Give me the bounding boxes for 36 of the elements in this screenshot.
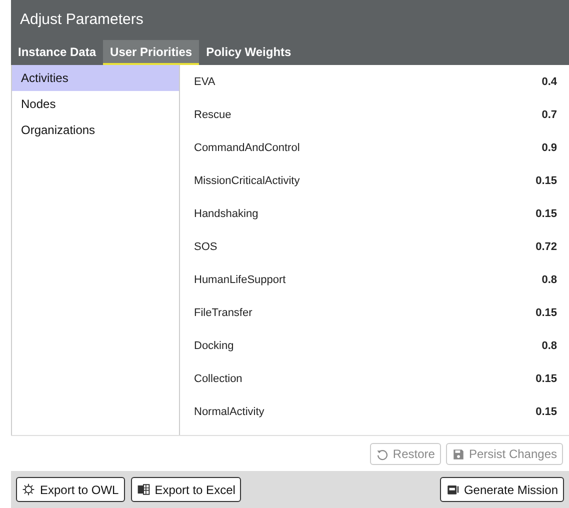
priority-name: FileTransfer (194, 306, 252, 318)
generate-mission-button[interactable]: Generate Mission (440, 477, 564, 502)
priority-name: HumanLifeSupport (194, 274, 286, 286)
priority-name: MissionCriticalActivity (194, 174, 300, 186)
priority-name: Rescue (194, 108, 232, 120)
gear-icon (22, 483, 35, 496)
priority-name: Handshaking (194, 208, 258, 220)
priority-value: 0.9 (542, 142, 557, 154)
priority-value: 0.4 (542, 76, 557, 88)
sidebar-item[interactable]: Activities (12, 65, 179, 91)
priority-name: Collection (194, 372, 242, 384)
priority-name: EVA (194, 76, 216, 88)
restore-icon (376, 448, 389, 460)
tab[interactable]: User Priorities (103, 40, 200, 65)
priority-value: 0.8 (542, 274, 557, 286)
priority-name: SOS (194, 240, 218, 252)
spreadsheet-icon (136, 483, 150, 496)
priority-value: 0.15 (536, 174, 557, 186)
priority-name: CommandAndControl (194, 142, 300, 154)
priority-value: 0.15 (536, 306, 557, 318)
priority-name: Docking (194, 340, 234, 352)
priority-value: 0.72 (536, 240, 557, 252)
priority-value: 0.15 (536, 208, 557, 220)
priority-value: 0.8 (542, 340, 557, 352)
priority-value: 0.7 (542, 108, 557, 120)
tab[interactable]: Instance Data (11, 40, 104, 65)
sidebar-item[interactable]: Nodes (12, 91, 179, 117)
save-icon (452, 448, 465, 460)
priority-value: 0.15 (536, 406, 557, 418)
tab[interactable]: Policy Weights (199, 40, 298, 65)
priority-name: NormalActivity (194, 406, 264, 418)
export-owl-button[interactable]: Export to OWL (16, 477, 125, 502)
export-excel-button[interactable]: Export to Excel (130, 477, 242, 502)
window-title: Adjust Parameters (19, 10, 144, 30)
sidebar-item[interactable]: Organizations (12, 117, 179, 143)
priority-value: 0.15 (536, 372, 557, 384)
